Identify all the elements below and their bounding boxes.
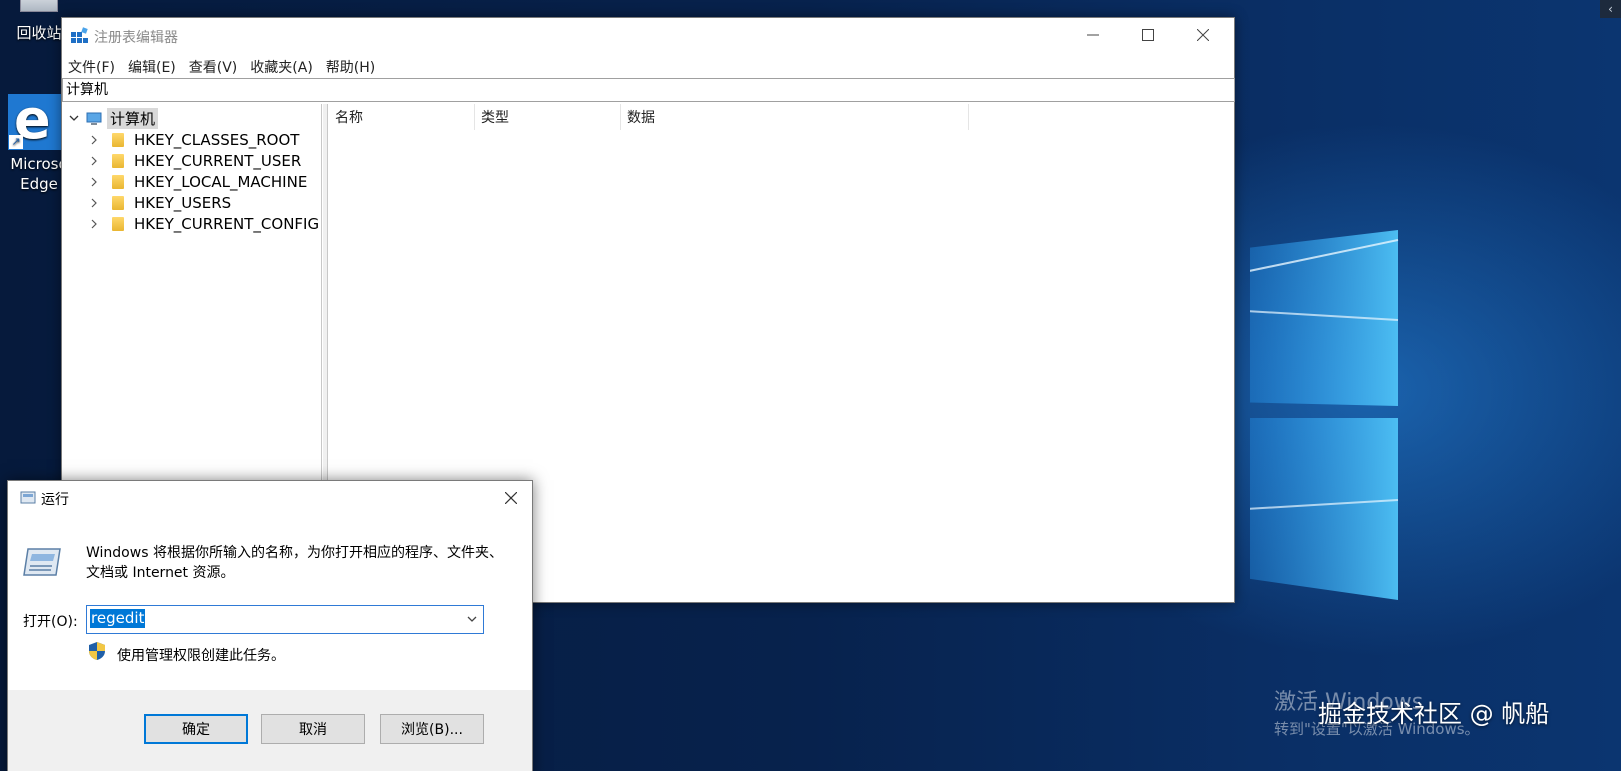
tree-item-hkcu[interactable]: HKEY_CURRENT_USER bbox=[86, 150, 301, 171]
tree-root-label: 计算机 bbox=[107, 108, 159, 129]
run-close-button[interactable] bbox=[496, 485, 526, 511]
recycle-bin-icon bbox=[20, 0, 58, 12]
column-header-name[interactable]: 名称 bbox=[329, 104, 475, 130]
folder-icon bbox=[112, 195, 124, 210]
menu-bar: 文件(F) 编辑(E) 查看(V) 收藏夹(A) 帮助(H) bbox=[62, 55, 1234, 77]
ok-button[interactable]: 确定 bbox=[144, 714, 248, 744]
tree-item-label: HKEY_CURRENT_CONFIG bbox=[134, 214, 320, 233]
windows-wallpaper-logo bbox=[1250, 230, 1399, 600]
watermark: 掘金技术社区 @ 帆船 bbox=[1318, 700, 1550, 728]
run-dialog-title: 运行 bbox=[41, 492, 69, 508]
close-icon bbox=[1196, 29, 1209, 41]
menu-view[interactable]: 查看(V) bbox=[183, 55, 245, 77]
column-header-type[interactable]: 类型 bbox=[475, 104, 621, 130]
expand-icon[interactable] bbox=[86, 132, 102, 148]
tree-item-hkcc[interactable]: HKEY_CURRENT_CONFIG bbox=[86, 213, 319, 234]
chevron-down-icon[interactable] bbox=[465, 612, 479, 626]
expand-icon[interactable] bbox=[86, 174, 102, 190]
run-program-icon bbox=[23, 548, 61, 576]
computer-icon bbox=[86, 112, 102, 125]
run-icon bbox=[20, 491, 36, 504]
minimize-button[interactable] bbox=[1065, 18, 1120, 52]
close-icon bbox=[505, 492, 517, 504]
browse-button[interactable]: 浏览(B)... bbox=[380, 714, 484, 744]
menu-file[interactable]: 文件(F) bbox=[62, 55, 122, 77]
expand-icon[interactable] bbox=[86, 195, 102, 211]
menu-favorites[interactable]: 收藏夹(A) bbox=[244, 55, 320, 77]
tree-item-hklm[interactable]: HKEY_LOCAL_MACHINE bbox=[86, 171, 307, 192]
edge-icon: e ↗ bbox=[8, 88, 64, 151]
expand-icon[interactable] bbox=[86, 153, 102, 169]
tree-root[interactable]: 计算机 bbox=[66, 108, 159, 129]
open-combobox[interactable]: regedit bbox=[86, 605, 484, 634]
column-header-data[interactable]: 数据 bbox=[621, 104, 969, 130]
address-bar[interactable]: 计算机 bbox=[62, 78, 1235, 102]
admin-note: 使用管理权限创建此任务。 bbox=[117, 648, 285, 664]
tree-item-label: HKEY_USERS bbox=[134, 193, 232, 212]
maximize-button[interactable] bbox=[1120, 18, 1175, 52]
menu-help[interactable]: 帮助(H) bbox=[320, 55, 382, 77]
tree-item-hku[interactable]: HKEY_USERS bbox=[86, 192, 231, 213]
tree-item-label: HKEY_CURRENT_USER bbox=[134, 151, 302, 170]
corner-chevron[interactable]: ‹ bbox=[1600, 0, 1621, 18]
menu-edit[interactable]: 编辑(E) bbox=[122, 55, 183, 77]
run-dialog: 运行 Windows 将根据你所输入的名称，为你打开相应的程序、文件夹、文档或 … bbox=[7, 480, 533, 771]
uac-shield-icon bbox=[89, 642, 105, 660]
tree-item-hkcr[interactable]: HKEY_CLASSES_ROOT bbox=[86, 129, 299, 150]
collapse-icon[interactable] bbox=[66, 111, 82, 127]
open-input-value[interactable]: regedit bbox=[90, 609, 146, 628]
folder-icon bbox=[112, 174, 124, 189]
shortcut-arrow-icon: ↗ bbox=[9, 135, 23, 149]
expand-icon[interactable] bbox=[86, 216, 102, 232]
open-label: 打开(O): bbox=[23, 614, 78, 630]
run-description: Windows 将根据你所输入的名称，为你打开相应的程序、文件夹、文档或 Int… bbox=[86, 545, 503, 581]
maximize-icon bbox=[1141, 29, 1154, 41]
minimize-icon bbox=[1086, 34, 1099, 36]
folder-icon bbox=[112, 153, 124, 168]
tree-item-label: HKEY_LOCAL_MACHINE bbox=[134, 172, 308, 191]
folder-icon bbox=[112, 132, 124, 147]
cancel-button[interactable]: 取消 bbox=[261, 714, 365, 744]
folder-icon bbox=[112, 216, 124, 231]
tree-item-label: HKEY_CLASSES_ROOT bbox=[134, 130, 300, 149]
title-bar[interactable]: 注册表编辑器 bbox=[62, 18, 1234, 54]
window-title: 注册表编辑器 bbox=[94, 30, 178, 46]
registry-editor-icon bbox=[71, 27, 88, 43]
close-button[interactable] bbox=[1175, 18, 1230, 52]
